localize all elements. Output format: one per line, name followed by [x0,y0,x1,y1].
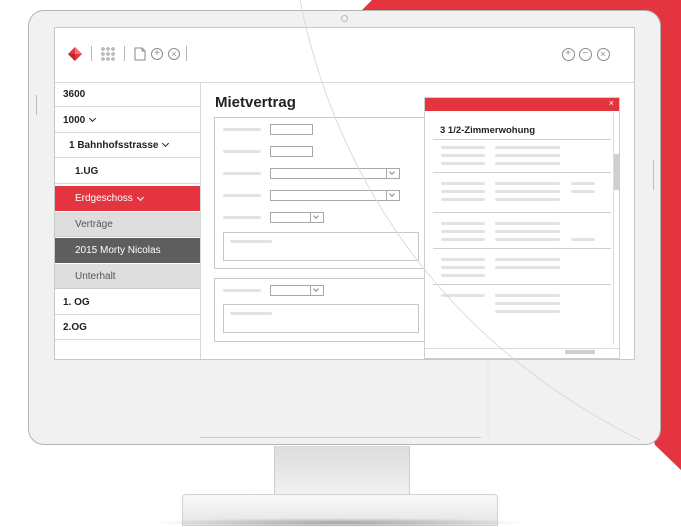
decorative-arc [299,0,641,444]
